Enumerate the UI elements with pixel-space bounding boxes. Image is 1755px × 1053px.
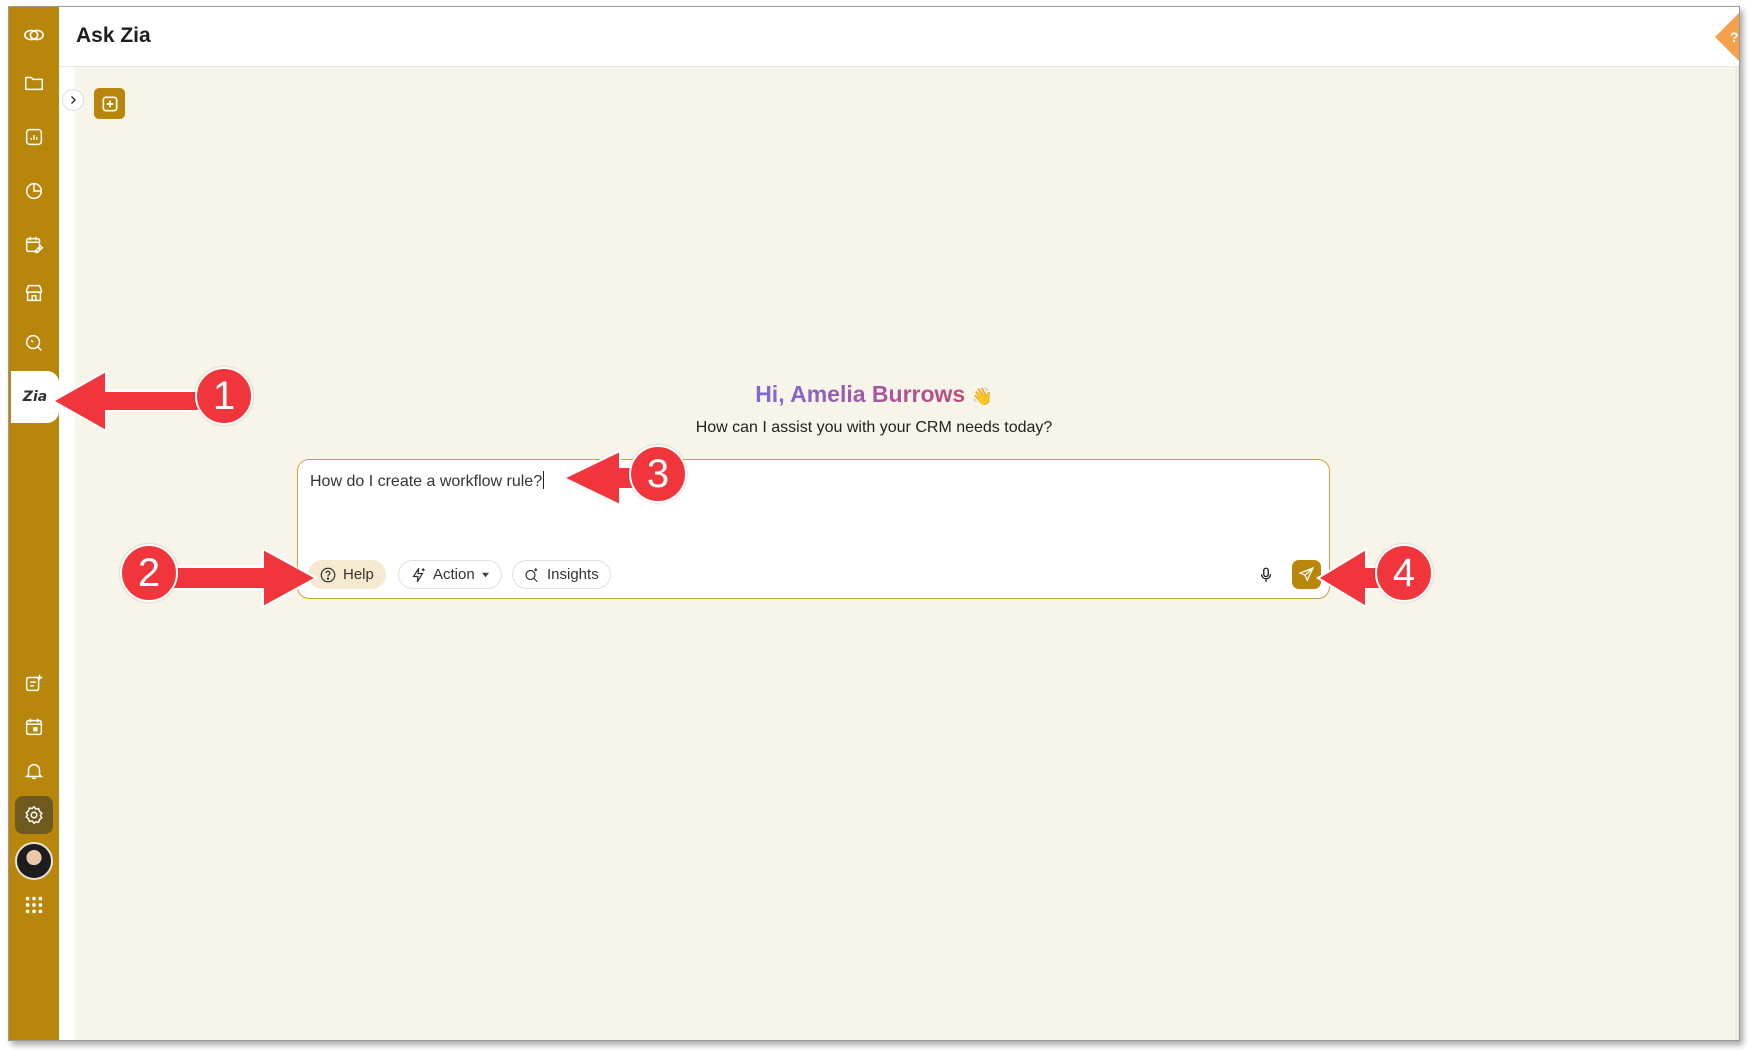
callout-badge-4: 4 bbox=[1375, 544, 1433, 602]
voice-input-button[interactable] bbox=[1255, 564, 1277, 586]
callout-badge-1: 1 bbox=[195, 367, 253, 425]
store-icon[interactable] bbox=[9, 273, 59, 313]
reports-icon[interactable] bbox=[9, 117, 59, 157]
search-icon[interactable] bbox=[9, 323, 59, 363]
sidebar: Zia bbox=[9, 7, 59, 1040]
callout-arrow-1 bbox=[51, 369, 211, 433]
settings-button[interactable] bbox=[9, 795, 59, 835]
history-panel-edge bbox=[59, 67, 75, 1040]
question-icon: ? bbox=[1730, 29, 1739, 45]
app-window: Zia Ask Zia ? Hi, Amelia Burrows 👋 How c… bbox=[8, 6, 1740, 1041]
greeting-subtitle: How can I assist you with your CRM needs… bbox=[695, 419, 1053, 436]
folder-icon[interactable] bbox=[9, 63, 59, 103]
user-avatar-button[interactable] bbox=[9, 841, 59, 881]
question-circle-icon bbox=[320, 567, 336, 582]
plus-square-icon bbox=[102, 96, 117, 111]
bell-icon[interactable] bbox=[9, 751, 59, 791]
greeting-text: Hi, Amelia Burrows bbox=[755, 381, 966, 407]
help-chip[interactable]: Help bbox=[308, 560, 386, 589]
new-chat-button[interactable] bbox=[94, 88, 125, 119]
action-chip[interactable]: Action bbox=[398, 560, 502, 589]
caret-down-icon bbox=[481, 572, 489, 578]
help-chip-label: Help bbox=[343, 566, 374, 583]
insights-chip-label: Insights bbox=[547, 566, 599, 583]
calendar-edit-icon[interactable] bbox=[9, 225, 59, 265]
gear-icon bbox=[15, 796, 53, 834]
microphone-icon bbox=[1260, 567, 1272, 582]
page-header: Ask Zia ? bbox=[59, 7, 1739, 67]
sparkle-bolt-icon bbox=[412, 567, 425, 582]
text-caret bbox=[543, 471, 545, 489]
avatar bbox=[15, 842, 53, 880]
apps-grid-icon[interactable] bbox=[9, 885, 59, 925]
callout-badge-2: 2 bbox=[120, 544, 178, 602]
send-icon bbox=[1298, 566, 1315, 582]
help-corner-button[interactable]: ? bbox=[1705, 7, 1739, 67]
chevron-right-icon bbox=[71, 96, 76, 104]
greeting: Hi, Amelia Burrows 👋 bbox=[9, 381, 1739, 408]
new-note-icon[interactable] bbox=[9, 663, 59, 703]
wave-emoji: 👋 bbox=[971, 387, 993, 406]
callout-arrow-2 bbox=[173, 547, 318, 609]
action-chip-label: Action bbox=[433, 566, 475, 583]
prompt-input[interactable]: How do I create a workflow rule? bbox=[310, 471, 545, 491]
search-sparkle-icon bbox=[525, 567, 538, 582]
scrollbar[interactable] bbox=[1735, 67, 1739, 1040]
zoho-logo-icon[interactable] bbox=[9, 15, 59, 55]
analytics-icon[interactable] bbox=[9, 171, 59, 211]
page-title: Ask Zia bbox=[76, 24, 151, 47]
calendar-icon[interactable] bbox=[9, 707, 59, 747]
callout-badge-3: 3 bbox=[629, 445, 687, 503]
expand-history-button[interactable] bbox=[62, 89, 84, 111]
prompt-input-value: How do I create a workflow rule? bbox=[310, 473, 543, 490]
insights-chip[interactable]: Insights bbox=[512, 560, 611, 589]
prompt-box: How do I create a workflow rule? Help Ac… bbox=[297, 459, 1330, 599]
